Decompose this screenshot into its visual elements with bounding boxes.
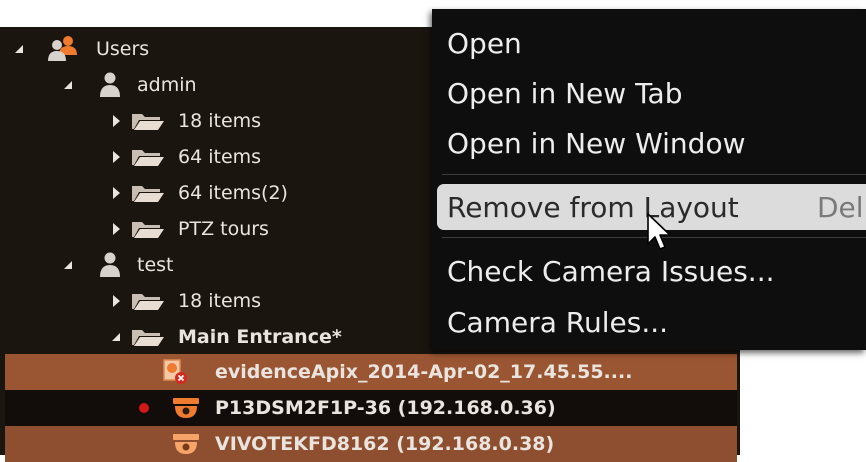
recording-indicator-icon	[139, 403, 149, 413]
menu-item-open-new-window[interactable]: Open in New Window	[444, 120, 866, 166]
collapsed-arrow-icon[interactable]	[109, 150, 123, 164]
users-group-icon	[46, 35, 80, 63]
tree-label: 18 items	[178, 290, 262, 312]
context-menu: Open Open in New Tab Open in New Window …	[432, 9, 866, 350]
tree-label: admin	[137, 74, 197, 96]
collapsed-arrow-icon[interactable]	[109, 186, 123, 200]
menu-item-label: Check Camera Issues...	[447, 254, 775, 288]
tree-label: PTZ tours	[178, 218, 269, 240]
tree-label: test	[137, 254, 174, 276]
tree-node-evidence[interactable]: evidenceApix_2014-Apr-02_17.45.55....	[5, 354, 737, 390]
folder-icon	[131, 111, 165, 131]
menu-item-label: Open	[447, 26, 522, 60]
expanded-arrow-icon[interactable]	[61, 258, 75, 272]
dome-camera-icon	[172, 396, 200, 420]
mouse-pointer-icon	[647, 213, 671, 250]
user-icon	[99, 252, 121, 278]
evidence-file-error-icon	[162, 358, 188, 386]
folder-icon	[131, 219, 165, 239]
tree-label: evidenceApix_2014-Apr-02_17.45.55....	[215, 361, 633, 383]
menu-separator	[442, 174, 866, 175]
expanded-arrow-icon[interactable]	[12, 42, 26, 56]
menu-item-open-new-tab[interactable]: Open in New Tab	[444, 70, 866, 116]
folder-icon	[131, 147, 165, 167]
folder-icon	[131, 183, 165, 203]
menu-item-label: Open in New Window	[447, 126, 746, 160]
tree-node-camera[interactable]: P13DSM2F1P-36 (192.168.0.36)	[5, 390, 737, 426]
menu-item-label: Camera Rules...	[447, 305, 669, 339]
folder-icon	[131, 291, 165, 311]
tree-label: P13DSM2F1P-36 (192.168.0.36)	[215, 397, 556, 419]
menu-item-shortcut: Del	[817, 190, 864, 224]
expanded-arrow-icon[interactable]	[61, 78, 75, 92]
tree-label: 64 items	[178, 146, 262, 168]
dome-camera-icon	[172, 432, 200, 456]
tree-node-camera[interactable]: VIVOTEKFD8162 (192.168.0.38)	[5, 426, 737, 462]
tree-label: VIVOTEKFD8162 (192.168.0.38)	[215, 433, 555, 455]
expanded-arrow-icon[interactable]	[109, 330, 123, 344]
menu-item-open[interactable]: Open	[444, 20, 866, 66]
user-icon	[99, 72, 121, 98]
menu-item-camera-rules[interactable]: Camera Rules...	[444, 299, 866, 345]
collapsed-arrow-icon[interactable]	[109, 114, 123, 128]
folder-icon	[131, 327, 165, 347]
menu-item-label: Open in New Tab	[447, 76, 683, 110]
tree-label: Users	[96, 38, 150, 60]
menu-item-label: Remove from Layout	[447, 190, 739, 224]
menu-item-check-camera-issues[interactable]: Check Camera Issues...	[444, 248, 866, 294]
collapsed-arrow-icon[interactable]	[109, 294, 123, 308]
tree-label: 18 items	[178, 110, 262, 132]
tree-label: Main Entrance*	[178, 326, 342, 348]
tree-label: 64 items(2)	[178, 182, 288, 204]
collapsed-arrow-icon[interactable]	[109, 222, 123, 236]
